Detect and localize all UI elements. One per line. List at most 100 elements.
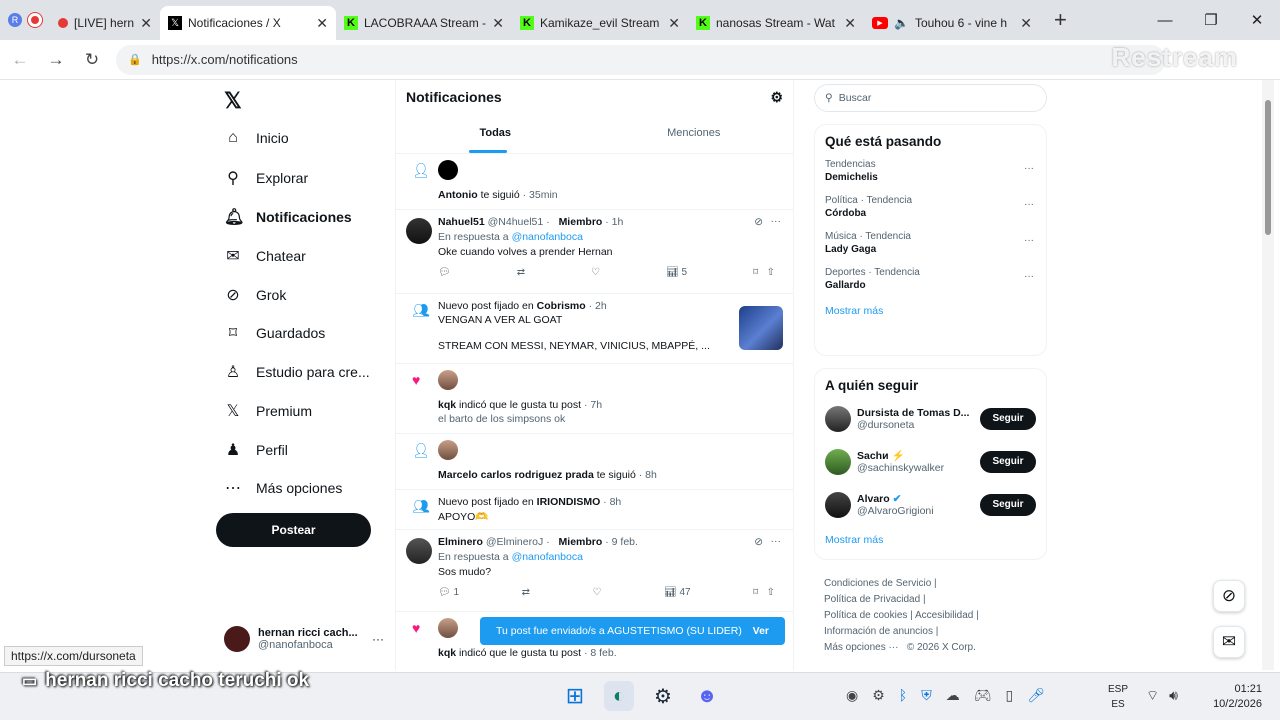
nav-item-chatear[interactable]: ✉ Chatear [224,246,306,266]
close-icon[interactable]: ✕ [668,15,680,32]
trend-item[interactable]: Deportes · Tendencia Gallardo ··· [815,261,1046,297]
minimize-icon[interactable]: — [1142,0,1188,40]
search-input[interactable]: ⚲ Buscar [814,84,1047,112]
like-icon[interactable]: ♡ [591,267,600,278]
more-icon[interactable]: ··· [1024,271,1034,282]
messages-fab-button[interactable]: ✉ [1213,626,1245,658]
show-more-link[interactable]: Mostrar más [815,526,1046,558]
nav-item-explorar[interactable]: ⚲ Explorar [224,168,308,188]
discord-icon[interactable]: ☻ [692,681,722,711]
tab-notificaciones[interactable]: 𝕏 Notificaciones / X ✕ [160,6,336,40]
notification-item[interactable]: ♥ kqk indicó que le gusta tu post · 7h e… [396,364,793,434]
close-icon[interactable]: ✕ [316,15,328,32]
grok-icon[interactable]: ⊘ [754,216,763,228]
avatar[interactable] [438,440,458,460]
nav-item-estudio[interactable]: ♙ Estudio para cre... [224,362,370,382]
footer-link[interactable]: Política de Privacidad [824,594,920,605]
toast-view-button[interactable]: Ver [753,625,769,637]
post-author[interactable]: Elminero [438,536,483,548]
steam-icon[interactable]: ⚙ [648,681,678,711]
profile-icon[interactable]: R [8,13,22,27]
trend-item[interactable]: Tendencias Demichelis ··· [815,153,1046,189]
post-thumbnail[interactable] [739,306,783,350]
grok-icon[interactable]: ⊘ [754,536,763,548]
notification-item[interactable]: Nahuel51 @N4huel51 · Miembro · 1h ⊘ ··· … [396,210,793,294]
settings-icon[interactable]: ⚙ [770,89,783,106]
notification-item[interactable]: 👤︎ Marcelo carlos rodriguez prada te sig… [396,434,793,490]
nav-item-grok[interactable]: ⊘ Grok [224,285,286,305]
restore-icon[interactable]: ❐ [1188,0,1234,40]
show-more-link[interactable]: Mostrar más [815,297,1046,329]
follow-button[interactable]: Seguir [980,493,1036,516]
more-icon[interactable]: ··· [1024,199,1034,210]
share-icon[interactable]: ⇧ [767,587,775,598]
tab-live[interactable]: [LIVE] hernan ✕ [50,6,160,40]
trend-item[interactable]: Música · Tendencia Lady Gaga ··· [815,225,1046,261]
security-icon[interactable]: ⛨ [921,687,932,704]
close-window-icon[interactable]: ✕ [1234,0,1280,40]
post-button[interactable]: Postear [216,513,371,547]
bookmark-icon[interactable]: ⌑ [753,587,758,598]
footer-link[interactable]: Política de cookies [824,610,907,621]
notification-item[interactable]: 👥︎ Nuevo post fijado en Cobrismo · 2h VE… [396,294,793,364]
forward-icon[interactable]: → [38,50,74,70]
follow-suggestion[interactable]: Dursista de Tomas D... @dursoneta Seguir [815,397,1046,440]
new-tab-button[interactable]: + [1040,0,1081,40]
windows-start-icon[interactable]: ⊞ [560,681,590,711]
notification-item[interactable]: 👤︎ Antonio te siguió · 35min [396,154,793,210]
nav-item-inicio[interactable]: ⌂ Inicio [224,129,289,147]
bookmark-icon[interactable]: ⌑ [753,267,758,278]
follow-suggestion[interactable]: Sachи ⚡ @sachinskywalker Seguir [815,440,1046,483]
avatar[interactable] [406,538,432,564]
tab-nanosas[interactable]: K nanosas Stream - Wat ✕ [688,6,864,40]
notif-user[interactable]: Antonio [438,189,478,201]
repost-icon[interactable]: ⇄ [517,267,525,278]
tab-lacobraaa[interactable]: K LACOBRAAA Stream - ✕ [336,6,512,40]
tab-menciones[interactable]: Menciones [595,114,794,153]
views-button[interactable]: 📊︎ 47 [664,587,691,598]
record-icon[interactable] [28,13,42,27]
reply-to-link[interactable]: @nanofanboca [512,551,583,563]
nav-item-perfil[interactable]: ♟ Perfil [224,440,288,460]
follow-button[interactable]: Seguir [980,407,1036,430]
more-icon[interactable]: ··· [771,535,782,547]
notif-user[interactable]: kqk [438,647,456,659]
follow-suggestion[interactable]: Alvaro ✔ @AlvaroGrigioni Seguir [815,483,1046,526]
speaker-icon[interactable]: 🔈 [894,16,909,30]
notif-user[interactable]: kqk [438,399,456,411]
post-author[interactable]: Nahuel51 [438,216,485,228]
tray-app-icon[interactable]: ◉ [846,687,858,704]
account-switcher[interactable]: hernan ricci cach... @nanofanboca ··· [224,622,384,656]
avatar[interactable] [406,218,432,244]
close-icon[interactable]: ✕ [140,15,152,32]
reply-to-link[interactable]: @nanofanboca [512,231,583,243]
views-button[interactable]: 📊︎ 5 [666,267,687,278]
reply-icon[interactable]: 💬︎ [438,267,451,278]
follow-button[interactable]: Seguir [980,450,1036,473]
community-name[interactable]: IRIONDISMO [537,496,601,508]
nav-item-guardados[interactable]: ⌑ Guardados [224,323,325,343]
footer-link[interactable]: Condiciones de Servicio [824,578,931,589]
reload-icon[interactable]: ↻ [74,50,110,70]
close-icon[interactable]: ✕ [844,15,856,32]
community-name[interactable]: Cobrismo [537,300,586,312]
reply-button[interactable]: 💬︎ 1 [438,587,459,598]
grok-fab-button[interactable]: ⊘ [1213,580,1245,612]
tab-kamikaze[interactable]: K Kamikaze_evil Stream ✕ [512,6,688,40]
more-icon[interactable]: ··· [1024,235,1034,246]
nav-item-mas-opciones[interactable]: ⋯ Más opciones [224,478,342,498]
notification-item[interactable]: 👥︎ Nuevo post fijado en IRIONDISMO · 8h … [396,490,793,530]
scrollbar[interactable] [1262,80,1274,670]
more-icon[interactable]: ··· [1024,163,1034,174]
notif-user[interactable]: Marcelo carlos rodriguez prada [438,469,594,481]
tab-todas[interactable]: Todas [396,114,595,153]
x-logo-icon[interactable]: 𝕏 [224,88,242,114]
more-icon[interactable]: ··· [372,632,384,646]
like-icon[interactable]: ♡ [592,587,601,598]
avatar[interactable] [438,370,458,390]
controller-icon[interactable]: 🎮︎ [974,687,992,704]
scrollbar-thumb[interactable] [1265,100,1271,235]
close-icon[interactable]: ✕ [492,15,504,32]
share-icon[interactable]: ⇧ [767,267,775,278]
language-indicator[interactable]: ESP ES [1108,682,1128,712]
